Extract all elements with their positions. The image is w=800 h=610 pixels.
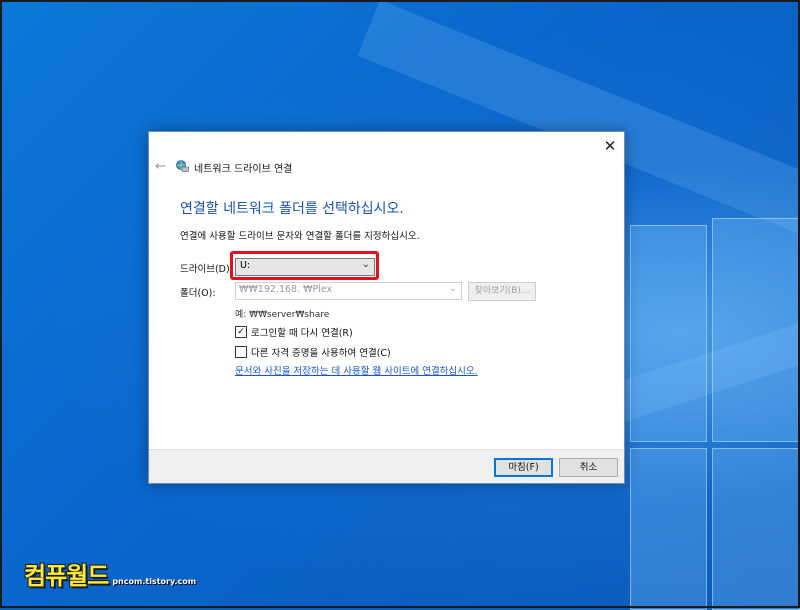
back-arrow-icon[interactable]: ← xyxy=(155,159,166,174)
folder-path-combobox[interactable]: ₩₩192.168. ₩Plex ⌄ xyxy=(235,282,462,300)
windows-logo-pane xyxy=(630,225,707,442)
watermark-logo: 컴퓨월드 xyxy=(24,562,109,590)
chevron-down-icon: ⌄ xyxy=(448,283,457,294)
watermark: 컴퓨월드 pncom.tistory.com xyxy=(24,556,196,591)
windows-logo-pane xyxy=(712,218,800,442)
red-highlight-box xyxy=(230,251,379,280)
folder-label: 폴더(O): xyxy=(180,288,216,299)
folder-path-value: ₩₩192.168. ₩Plex xyxy=(239,284,333,295)
close-icon[interactable]: ✕ xyxy=(602,138,618,154)
example-text: 예: ₩₩server₩share xyxy=(235,310,330,320)
reconnect-option[interactable]: ✓ 로그인할 때 다시 연결(R) xyxy=(235,325,353,339)
page-heading: 연결할 네트워크 폴더를 선택하십시오. xyxy=(180,201,404,217)
other-credentials-label: 다른 자격 증명을 사용하여 연결(C) xyxy=(251,348,391,359)
instruction-text: 연결에 사용할 드라이브 문자와 연결할 폴더를 지정하십시오. xyxy=(180,231,420,242)
website-link[interactable]: 문서와 사진을 저장하는 데 사용할 웹 사이트에 연결하십시오. xyxy=(235,363,478,377)
network-drive-icon xyxy=(176,160,189,172)
browse-button[interactable]: 찾아보기(B)... xyxy=(468,282,536,301)
watermark-url: pncom.tistory.com xyxy=(112,577,197,586)
cancel-button[interactable]: 취소 xyxy=(559,458,618,477)
windows-logo-pane xyxy=(630,448,707,610)
windows-logo-pane xyxy=(712,448,800,610)
reconnect-label: 로그인할 때 다시 연결(R) xyxy=(251,328,353,339)
other-credentials-checkbox[interactable] xyxy=(235,346,247,358)
dialog-footer: 마침(F) 취소 xyxy=(149,449,624,483)
finish-button[interactable]: 마침(F) xyxy=(494,458,553,477)
dialog-title: 네트워크 드라이브 연결 xyxy=(194,164,293,175)
map-network-drive-dialog: ✕ ← 네트워크 드라이브 연결 연결할 네트워크 폴더를 선택하십시오. 연결… xyxy=(148,131,625,484)
drive-label: 드라이브(D): xyxy=(180,264,233,275)
reconnect-checkbox[interactable]: ✓ xyxy=(235,326,247,338)
other-credentials-option[interactable]: 다른 자격 증명을 사용하여 연결(C) xyxy=(235,345,391,359)
